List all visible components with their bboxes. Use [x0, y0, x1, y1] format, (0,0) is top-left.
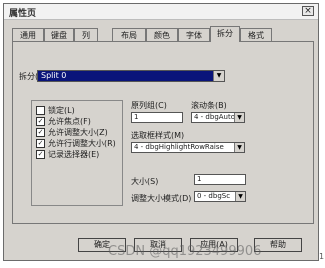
chevron-down-icon[interactable]: ▼	[234, 143, 244, 152]
checkbox-label: 允许调整大小(Z)	[48, 128, 108, 137]
checkbox-label: 记录选择器(E)	[48, 150, 100, 159]
check-icon[interactable]: ✓	[36, 150, 45, 159]
tab-font[interactable]: 字体	[178, 28, 210, 41]
options-group: 锁定(L) ✓ 允许焦点(F) ✓ 允许调整大小(Z) ✓ 允许行调整大小(R) ✓ 记…	[31, 100, 123, 206]
marquee-style-value: 4 - dbgHighlightRowRaise	[134, 143, 224, 151]
check-icon[interactable]: ✓	[36, 139, 45, 148]
tab-general[interactable]: 通用	[12, 28, 44, 41]
tab-keyboard[interactable]: 键盘	[44, 28, 74, 41]
size-mode-select[interactable]: 0 - dbgSc ▼	[194, 191, 246, 202]
checkbox-box[interactable]	[36, 106, 45, 115]
scrollbar-select[interactable]: 4 - dbgAuto ▼	[191, 112, 245, 123]
marquee-style-label: 选取框样式(M)	[131, 131, 185, 140]
check-icon[interactable]: ✓	[36, 128, 45, 137]
checkbox-locked[interactable]: 锁定(L)	[36, 105, 75, 115]
dialog-title: 属性页	[9, 9, 37, 19]
property-pages-dialog: 属性页 × 通用 键盘 列 布局 颜色 字体 拆分 格式 拆分(S) Split…	[3, 3, 319, 261]
size-label: 大小(S)	[131, 177, 159, 186]
checkbox-allow-sizing[interactable]: ✓ 允许调整大小(Z)	[36, 127, 108, 137]
check-icon[interactable]: ✓	[36, 117, 45, 126]
split-select[interactable]: Split 0 ▼	[37, 70, 225, 82]
split-tab-panel: 拆分(S) Split 0 ▼ 锁定(L) ✓ 允许焦点(F) ✓ 允许调整大小(Z…	[12, 41, 314, 224]
chevron-down-icon[interactable]: ▼	[213, 71, 224, 81]
checkbox-label: 锁定(L)	[48, 106, 75, 115]
size-mode-label: 调整大小模式(D)	[131, 194, 192, 203]
csdn-watermark: CSDN @qq1923499906	[108, 244, 262, 259]
tab-columns[interactable]: 列	[74, 28, 98, 41]
close-button[interactable]: ×	[302, 6, 314, 16]
checkbox-allow-focus[interactable]: ✓ 允许焦点(F)	[36, 116, 91, 126]
tab-split[interactable]: 拆分	[210, 26, 240, 42]
side-mark: 1	[319, 252, 325, 261]
title-bar: 属性页 ×	[4, 4, 318, 20]
chevron-down-icon[interactable]: ▼	[235, 192, 245, 201]
scrollbar-value: 4 - dbgAuto	[194, 113, 236, 121]
checkbox-record-selectors[interactable]: ✓ 记录选择器(E)	[36, 149, 99, 159]
fixed-cols-label: 原列组(C)	[131, 101, 167, 110]
checkbox-allow-row-sizing[interactable]: ✓ 允许行调整大小(R)	[36, 138, 116, 148]
tab-format[interactable]: 格式	[240, 28, 272, 41]
fixed-cols-input[interactable]: 1	[131, 112, 183, 123]
size-mode-value: 0 - dbgSc	[197, 192, 231, 200]
scrollbar-label: 滚动条(B)	[191, 101, 227, 110]
size-input[interactable]: 1	[194, 174, 246, 185]
split-select-value: Split 0	[41, 71, 67, 80]
checkbox-label: 允许行调整大小(R)	[48, 139, 116, 148]
tab-layout[interactable]: 布局	[112, 28, 146, 41]
chevron-down-icon[interactable]: ▼	[234, 113, 244, 122]
checkbox-label: 允许焦点(F)	[48, 117, 91, 126]
marquee-style-select[interactable]: 4 - dbgHighlightRowRaise ▼	[131, 142, 245, 153]
tab-color[interactable]: 颜色	[146, 28, 178, 41]
